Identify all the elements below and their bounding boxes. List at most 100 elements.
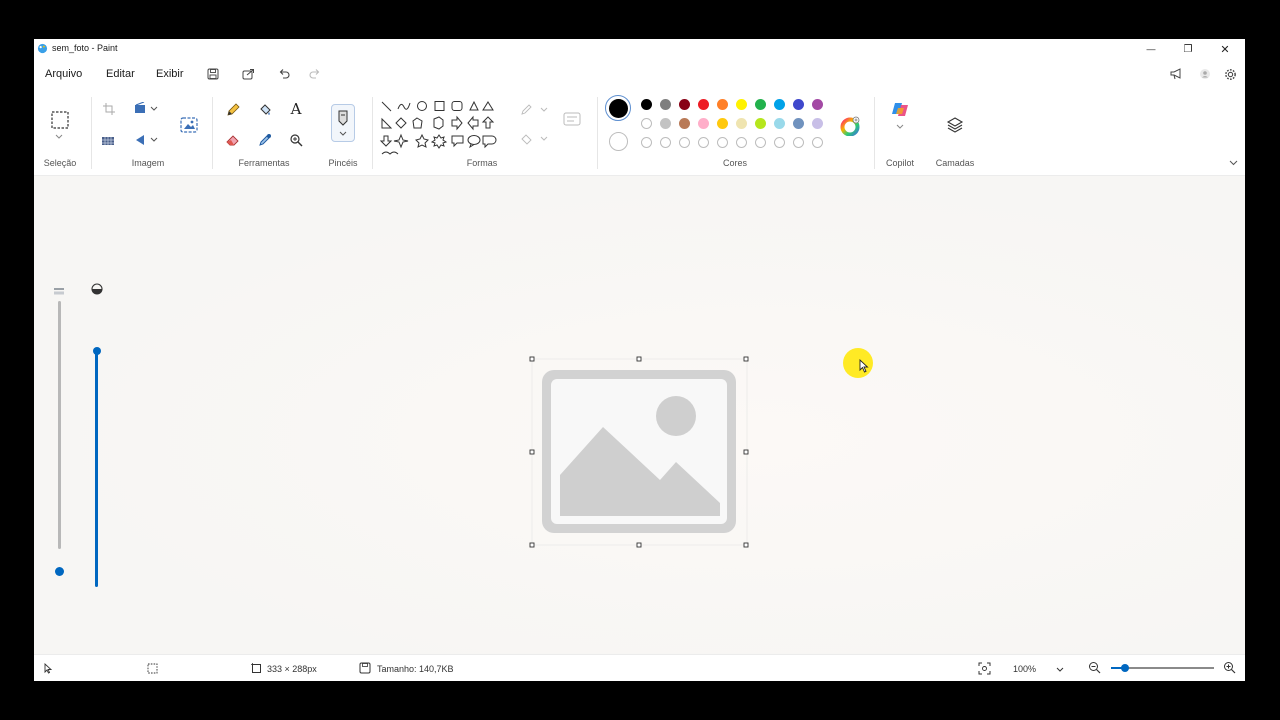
close-icon: ✕: [1220, 43, 1230, 56]
zoom-in-button[interactable]: [1223, 661, 1237, 675]
custom-color-slot[interactable]: [717, 137, 728, 148]
settings-button[interactable]: [1222, 66, 1238, 82]
undo-button[interactable]: [276, 66, 292, 82]
palette-color-swatch[interactable]: [793, 99, 804, 110]
pencil-icon: [227, 103, 240, 116]
custom-color-slot[interactable]: [793, 137, 804, 148]
zoom-dropdown[interactable]: 100%: [1010, 660, 1066, 678]
feedback-button[interactable]: [1169, 66, 1185, 82]
menu-exibir[interactable]: Exibir: [156, 68, 184, 80]
custom-color-slot[interactable]: [736, 137, 747, 148]
size-slider-track[interactable]: [58, 301, 61, 549]
menu-bar: Arquivo Editar Exibir: [34, 59, 1245, 89]
shape-fill-button[interactable]: [520, 132, 548, 146]
palette-color-swatch[interactable]: [698, 99, 709, 110]
palette-color-swatch[interactable]: [679, 99, 690, 110]
palette-color-swatch[interactable]: [641, 118, 652, 129]
opacity-slider-thumb[interactable]: [93, 347, 101, 355]
window-title: sem_foto - Paint: [52, 43, 118, 53]
image-ai-button[interactable]: [178, 114, 200, 136]
palette-color-swatch[interactable]: [774, 118, 785, 129]
select-all-button[interactable]: [100, 133, 116, 149]
redo-button[interactable]: [307, 66, 323, 82]
selection-handles[interactable]: [526, 354, 752, 550]
canvas-workspace[interactable]: [34, 177, 1245, 653]
custom-color-slot[interactable]: [660, 137, 671, 148]
custom-color-slot[interactable]: [812, 137, 823, 148]
custom-color-slot[interactable]: [641, 137, 652, 148]
magnifier-tool[interactable]: [287, 131, 305, 149]
close-button[interactable]: ✕: [1210, 41, 1240, 57]
color-wheel-icon: [840, 116, 860, 136]
palette-color-swatch[interactable]: [793, 118, 804, 129]
menu-arquivo[interactable]: Arquivo: [45, 68, 82, 80]
minimize-button[interactable]: —: [1136, 41, 1166, 57]
fit-to-window-button[interactable]: [978, 662, 992, 676]
color-picker-tool[interactable]: [256, 131, 274, 149]
file-size-text: Tamanho: 140,7KB: [377, 664, 454, 674]
palette-color-swatch[interactable]: [717, 118, 728, 129]
save-button[interactable]: [205, 66, 221, 82]
custom-color-slot[interactable]: [679, 137, 690, 148]
text-tool[interactable]: A: [287, 100, 305, 118]
palette-color-swatch[interactable]: [736, 118, 747, 129]
ribbon-collapse-chevron-icon[interactable]: [1229, 160, 1238, 166]
shape-style-button[interactable]: [562, 111, 582, 127]
eraser-tool[interactable]: [224, 131, 242, 149]
undo-icon: [279, 69, 290, 79]
account-button[interactable]: [1197, 66, 1213, 82]
file-size-icon: [359, 662, 371, 674]
palette-color-swatch[interactable]: [660, 99, 671, 110]
zoom-out-button[interactable]: [1088, 661, 1102, 675]
select-pattern-icon: [102, 137, 114, 145]
cursor-position-icon: [44, 663, 53, 674]
palette-color-swatch[interactable]: [736, 99, 747, 110]
custom-color-slot[interactable]: [698, 137, 709, 148]
shape-outline-button[interactable]: [520, 103, 548, 117]
palette-color-swatch[interactable]: [812, 99, 823, 110]
group-label-copilot: Copilot: [885, 158, 915, 168]
account-icon: [1200, 69, 1210, 79]
palette-color-swatch[interactable]: [717, 99, 728, 110]
resize-button[interactable]: [133, 101, 159, 117]
custom-color-slot[interactable]: [774, 137, 785, 148]
zoom-slider-thumb[interactable]: [1121, 664, 1129, 672]
secondary-color-button[interactable]: [609, 132, 628, 151]
group-label-pinceis: Pincéis: [328, 158, 358, 168]
palette-color-swatch[interactable]: [755, 99, 766, 110]
maximize-button[interactable]: ❐: [1173, 41, 1203, 57]
custom-color-slot[interactable]: [755, 137, 766, 148]
copilot-button[interactable]: [889, 100, 911, 130]
palette-color-swatch[interactable]: [679, 118, 690, 129]
opacity-slider-track[interactable]: [95, 352, 98, 587]
fill-tool[interactable]: [256, 101, 274, 119]
resize-icon: [135, 102, 158, 113]
crop-button[interactable]: [102, 102, 116, 116]
brush-icon: [338, 110, 348, 136]
rotate-button[interactable]: [133, 132, 159, 148]
palette-color-swatch[interactable]: [641, 99, 652, 110]
size-slider-thumb[interactable]: [55, 567, 64, 576]
palette-color-swatch[interactable]: [812, 118, 823, 129]
layers-button[interactable]: [944, 114, 966, 136]
edit-colors-button[interactable]: [839, 115, 861, 137]
image-generate-icon: [180, 117, 198, 133]
brushes-button[interactable]: [331, 104, 355, 142]
canvas-size-icon: [251, 663, 261, 673]
palette-color-swatch[interactable]: [660, 118, 671, 129]
palette-color-swatch[interactable]: [755, 118, 766, 129]
megaphone-icon: [1170, 68, 1181, 80]
menu-editar[interactable]: Editar: [106, 68, 135, 80]
pencil-tool[interactable]: [224, 101, 242, 119]
select-tool-button[interactable]: [48, 109, 72, 131]
primary-color-button[interactable]: [605, 95, 631, 121]
chevron-down-icon[interactable]: [55, 134, 63, 140]
shapes-gallery[interactable]: [378, 99, 502, 159]
palette-color-swatch[interactable]: [774, 99, 785, 110]
ribbon-separator: [91, 97, 92, 169]
palette-color-swatch[interactable]: [698, 118, 709, 129]
opacity-drop-icon: [91, 282, 103, 295]
group-label-ferramentas: Ferramentas: [238, 158, 290, 168]
share-icon: [242, 69, 254, 80]
share-button[interactable]: [240, 66, 256, 82]
